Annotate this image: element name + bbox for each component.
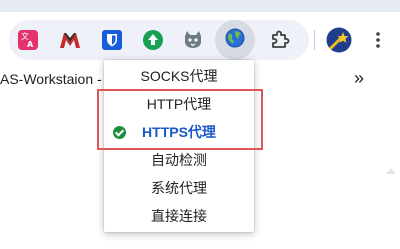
highlight-annotation-box [97,89,263,150]
upload-extension-icon[interactable] [141,28,165,52]
proxy-globe-extension-icon [225,28,245,53]
menu-item-auto-detect[interactable]: 自动检测 [104,146,254,174]
more-vert-icon[interactable] [366,28,390,52]
window-top-strip [0,0,400,12]
scroll-up-arrow-icon[interactable] [386,168,396,174]
proxy-globe-extension-button[interactable] [215,20,255,60]
shooting-star-avatar-icon[interactable] [326,27,352,53]
menu-item-direct-connect[interactable]: 直接连接 [104,202,254,230]
translate-extension-icon[interactable]: 文 A [16,28,40,52]
toolbar-divider [314,30,315,50]
menu-item-socks-proxy[interactable]: SOCKS代理 [104,62,254,90]
menu-item-label: SOCKS代理 [140,68,218,84]
menu-item-label: 直接连接 [151,208,207,224]
mega-extension-icon[interactable] [58,28,82,52]
menu-item-system-proxy[interactable]: 系统代理 [104,174,254,202]
menu-item-label: 系统代理 [151,180,207,196]
svg-text:A: A [27,40,34,49]
bookmarks-overflow-button[interactable]: » [354,68,364,89]
menu-item-label: 自动检测 [151,152,207,168]
bitwarden-extension-icon[interactable] [100,28,124,52]
bookmark-item[interactable]: AS-Workstaion - [0,71,102,87]
cat-extension-icon[interactable] [181,28,205,52]
browser-toolbar: 文 A [0,12,400,64]
puzzle-extensions-icon[interactable] [268,28,292,52]
